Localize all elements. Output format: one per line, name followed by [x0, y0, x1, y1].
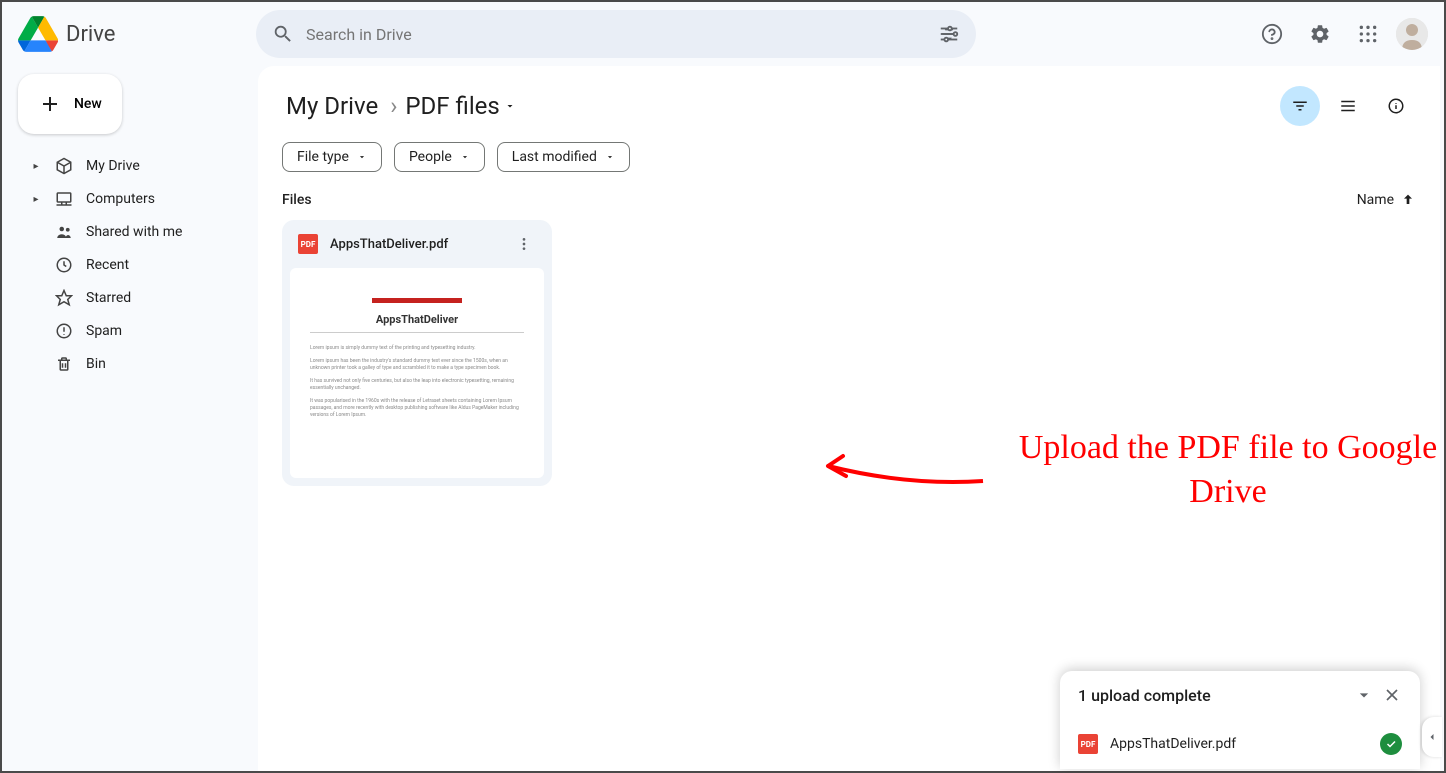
sidebar-item-computers[interactable]: ▸ Computers	[18, 183, 242, 215]
computers-icon	[54, 189, 74, 209]
toast-title: 1 upload complete	[1078, 686, 1211, 705]
sidebar-item-label: Spam	[86, 323, 122, 339]
dropdown-caret-icon	[460, 152, 470, 162]
sidebar-item-label: Recent	[86, 257, 129, 273]
sidebar-item-label: Computers	[86, 191, 155, 207]
new-button-label: New	[74, 96, 102, 112]
toast-close-button[interactable]	[1382, 685, 1402, 705]
sidebar-item-label: Bin	[86, 356, 106, 372]
header-actions	[1252, 14, 1428, 54]
spam-icon	[54, 321, 74, 341]
dropdown-caret-icon	[504, 100, 516, 112]
new-button[interactable]: New	[18, 74, 122, 134]
apps-grid-icon	[1358, 24, 1378, 44]
chevron-down-icon	[1354, 685, 1374, 705]
toast-collapse-button[interactable]	[1354, 685, 1374, 705]
expand-caret-icon: ▸	[30, 194, 42, 205]
app-name: Drive	[66, 22, 115, 47]
search-bar[interactable]	[256, 10, 976, 58]
gear-icon	[1309, 23, 1331, 45]
plus-icon	[38, 92, 62, 116]
section-title: Files	[282, 192, 312, 208]
more-vertical-icon	[516, 236, 532, 252]
info-button[interactable]	[1376, 86, 1416, 126]
dropdown-caret-icon	[357, 152, 367, 162]
shared-icon	[54, 222, 74, 242]
sort-control[interactable]: Name	[1357, 192, 1416, 208]
breadcrumb: My Drive › PDF files	[282, 88, 516, 124]
filter-chip-file-type[interactable]: File type	[282, 142, 382, 172]
file-name: AppsThatDeliver.pdf	[330, 237, 500, 252]
sidebar-item-spam[interactable]: Spam	[18, 315, 242, 347]
close-icon	[1382, 685, 1402, 705]
sidebar-item-label: My Drive	[86, 158, 140, 174]
account-avatar[interactable]	[1396, 18, 1428, 50]
filter-chips: File type People Last modified	[282, 142, 1416, 172]
search-icon	[272, 23, 294, 45]
chevron-left-icon	[1426, 731, 1438, 743]
filter-view-button[interactable]	[1280, 86, 1320, 126]
sidebar: New ▸ My Drive ▸ Computers Shared with m…	[2, 66, 258, 771]
file-card[interactable]: PDF AppsThatDeliver.pdf AppsThatDeliver …	[282, 220, 552, 486]
drive-logo-area[interactable]: Drive	[18, 14, 248, 54]
sidebar-item-shared[interactable]: Shared with me	[18, 216, 242, 248]
toast-item[interactable]: PDF AppsThatDeliver.pdf	[1060, 719, 1420, 769]
breadcrumb-current[interactable]: PDF files	[405, 92, 515, 120]
expand-caret-icon: ▸	[30, 161, 42, 172]
pdf-icon: PDF	[298, 234, 318, 254]
main-content: My Drive › PDF files	[258, 66, 1440, 771]
app-header: Drive	[2, 2, 1444, 66]
side-panel-toggle[interactable]	[1422, 717, 1442, 757]
sidebar-item-bin[interactable]: Bin	[18, 348, 242, 380]
recent-icon	[54, 255, 74, 275]
apps-button[interactable]	[1348, 14, 1388, 54]
sidebar-item-my-drive[interactable]: ▸ My Drive	[18, 150, 242, 182]
settings-button[interactable]	[1300, 14, 1340, 54]
list-view-button[interactable]	[1328, 86, 1368, 126]
bin-icon	[54, 354, 74, 374]
sidebar-item-recent[interactable]: Recent	[18, 249, 242, 281]
sidebar-item-label: Starred	[86, 290, 131, 306]
search-options-icon[interactable]	[938, 23, 960, 45]
starred-icon	[54, 288, 74, 308]
filter-icon	[1291, 97, 1309, 115]
file-grid: PDF AppsThatDeliver.pdf AppsThatDeliver …	[282, 220, 1416, 486]
upload-toast: 1 upload complete PDF AppsThatDeliver.pd…	[1060, 671, 1420, 769]
drive-logo-icon	[18, 14, 58, 54]
filter-chip-last-modified[interactable]: Last modified	[497, 142, 630, 172]
sidebar-item-starred[interactable]: Starred	[18, 282, 242, 314]
success-check-icon	[1380, 733, 1402, 755]
dropdown-caret-icon	[605, 152, 615, 162]
help-icon	[1261, 23, 1283, 45]
arrow-up-icon	[1400, 192, 1416, 208]
list-icon	[1339, 97, 1357, 115]
pdf-icon: PDF	[1078, 734, 1098, 754]
file-preview: AppsThatDeliver Lorem ipsum is simply du…	[290, 268, 544, 478]
my-drive-icon	[54, 156, 74, 176]
search-input[interactable]	[306, 25, 926, 44]
info-icon	[1387, 97, 1405, 115]
toast-file-name: AppsThatDeliver.pdf	[1110, 736, 1368, 752]
view-controls	[1280, 86, 1416, 126]
file-more-button[interactable]	[512, 232, 536, 256]
sidebar-item-label: Shared with me	[86, 224, 182, 240]
filter-chip-people[interactable]: People	[394, 142, 485, 172]
chevron-right-icon: ›	[390, 92, 397, 120]
help-button[interactable]	[1252, 14, 1292, 54]
breadcrumb-root[interactable]: My Drive	[282, 88, 382, 124]
